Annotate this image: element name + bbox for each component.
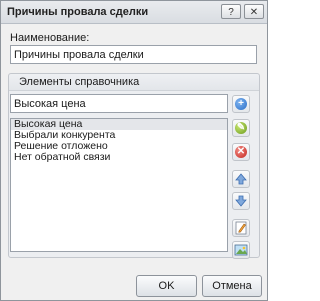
name-label: Наименование:	[10, 32, 90, 44]
title-bar: Причины провала сделки ? ✕	[1, 1, 267, 24]
close-button[interactable]: ✕	[244, 4, 264, 19]
help-button[interactable]: ?	[221, 4, 241, 19]
edit-button[interactable]: ✎	[232, 119, 250, 137]
cancel-button[interactable]: Отмена	[202, 275, 262, 297]
move-down-button[interactable]	[232, 192, 250, 210]
image-icon	[234, 244, 248, 256]
group-header: Элементы справочника	[9, 74, 259, 91]
image-button[interactable]	[232, 241, 250, 259]
name-input[interactable]: Причины провала сделки	[10, 45, 257, 64]
list-item[interactable]: Нет обратной связи	[11, 152, 227, 163]
window-title: Причины провала сделки	[7, 6, 149, 18]
add-icon: +	[235, 98, 247, 110]
move-up-icon	[235, 173, 247, 185]
group-title: Элементы справочника	[19, 76, 140, 88]
move-down-icon	[235, 195, 247, 207]
dialog-window: Причины провала сделки ? ✕ Наименование:…	[0, 0, 268, 301]
delete-icon: ✕	[235, 146, 247, 158]
ok-button[interactable]: OK	[136, 275, 197, 297]
edit-item-button[interactable]	[232, 219, 250, 237]
item-input[interactable]: Высокая цена	[10, 94, 228, 113]
edit-icon: ✎	[235, 122, 247, 134]
items-list[interactable]: Высокая цена Выбрали конкурента Решение …	[10, 118, 228, 252]
add-button[interactable]: +	[232, 95, 250, 113]
delete-button[interactable]: ✕	[232, 143, 250, 161]
edit-item-icon	[235, 221, 247, 235]
move-up-button[interactable]	[232, 170, 250, 188]
